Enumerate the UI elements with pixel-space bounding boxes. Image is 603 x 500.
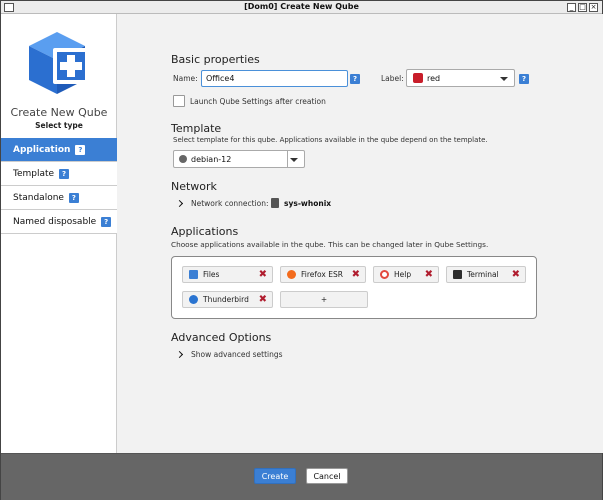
advanced-heading: Advanced Options (171, 331, 272, 344)
advanced-toggle[interactable]: Show advanced settings (191, 350, 283, 359)
help-icon (380, 270, 389, 279)
app-chip-files: Files ✖ (182, 266, 273, 283)
app-chip-terminal: Terminal ✖ (446, 266, 526, 283)
label-value: red (427, 73, 441, 83)
main-panel: Basic properties Name: Office4 ? Label: … (118, 14, 603, 453)
remove-icon[interactable]: ✖ (425, 269, 433, 280)
applications-description: Choose applications available in the qub… (171, 240, 489, 249)
title-bar: [Dom0] Create New Qube _ □ × (1, 1, 602, 14)
sidebar-item-label: Template (13, 168, 55, 179)
applications-list: Files ✖ Firefox ESR ✖ Help ✖ Terminal ✖ … (171, 256, 537, 319)
create-button[interactable]: Create (254, 468, 296, 484)
add-label: + (320, 295, 328, 304)
label-select[interactable]: red (406, 69, 515, 87)
label-color-icon (413, 73, 423, 83)
launch-settings-checkbox[interactable] (173, 95, 185, 107)
network-heading: Network (171, 180, 217, 193)
remove-icon[interactable]: ✖ (259, 294, 267, 305)
sidebar-subtitle: Select type (35, 121, 83, 130)
qube-type-nav: Application ? Template ? Standalone ? Na… (1, 138, 117, 234)
chevron-down-icon (500, 77, 508, 81)
sidebar-item-label: Named disposable (13, 216, 97, 227)
qube-logo-icon (29, 32, 89, 94)
name-label: Name: (173, 74, 198, 83)
chevron-right-icon[interactable] (175, 350, 184, 359)
app-label: Terminal (467, 270, 499, 279)
app-label: Files (203, 270, 220, 279)
name-value: Office4 (206, 74, 235, 83)
chevron-right-icon[interactable] (175, 199, 184, 208)
sidebar-item-standalone[interactable]: Standalone ? (1, 186, 117, 210)
app-chip-firefox-esr: Firefox ESR ✖ (280, 266, 366, 283)
chevron-down-icon (290, 158, 298, 162)
network-qube-icon (271, 198, 279, 208)
name-help-icon[interactable]: ? (350, 74, 360, 84)
basic-properties-heading: Basic properties (171, 53, 260, 66)
footer-bar: Create Cancel (1, 453, 602, 500)
create-qube-window: [Dom0] Create New Qube _ □ × Create New … (0, 0, 603, 500)
app-chip-thunderbird: Thunderbird ✖ (182, 291, 273, 308)
help-icon[interactable]: ? (68, 192, 79, 203)
firefox-icon (287, 270, 296, 279)
terminal-icon (453, 270, 462, 279)
help-icon[interactable]: ? (101, 216, 112, 227)
combo-divider (287, 151, 288, 167)
maximize-icon[interactable]: □ (578, 3, 587, 12)
sidebar-item-template[interactable]: Template ? (1, 162, 117, 186)
sidebar-item-label: Application (13, 144, 71, 155)
remove-icon[interactable]: ✖ (352, 269, 360, 280)
help-icon[interactable]: ? (75, 144, 86, 155)
network-label: Network connection: (191, 199, 269, 208)
template-description: Select template for this qube. Applicati… (173, 136, 488, 144)
sidebar: Create New Qube Select type Application … (1, 14, 117, 453)
name-field[interactable]: Office4 (201, 70, 348, 87)
sidebar-title: Create New Qube (10, 106, 108, 119)
add-application-button[interactable]: + (280, 291, 368, 308)
template-value: debian-12 (191, 154, 232, 164)
launch-settings-label: Launch Qube Settings after creation (190, 97, 326, 106)
app-chip-help: Help ✖ (373, 266, 439, 283)
app-label: Help (394, 270, 412, 279)
network-value[interactable]: sys-whonix (284, 199, 331, 208)
sidebar-item-label: Standalone (13, 192, 64, 203)
minimize-icon[interactable]: _ (567, 3, 576, 12)
label-label: Label: (381, 74, 404, 83)
label-help-icon[interactable]: ? (519, 74, 529, 84)
cancel-button[interactable]: Cancel (306, 468, 348, 484)
template-select[interactable]: debian-12 (173, 150, 305, 168)
applications-heading: Applications (171, 225, 239, 238)
template-icon (179, 155, 187, 163)
app-label: Thunderbird (203, 295, 249, 304)
sidebar-item-application[interactable]: Application ? (1, 138, 117, 162)
help-icon[interactable]: ? (59, 168, 70, 179)
close-icon[interactable]: × (589, 3, 598, 12)
window-title: [Dom0] Create New Qube (244, 2, 359, 11)
template-heading: Template (171, 122, 222, 135)
sidebar-item-named-disposable[interactable]: Named disposable ? (1, 210, 117, 234)
app-label: Firefox ESR (301, 270, 343, 279)
files-icon (189, 270, 198, 279)
remove-icon[interactable]: ✖ (512, 269, 520, 280)
thunderbird-icon (189, 295, 198, 304)
remove-icon[interactable]: ✖ (259, 269, 267, 280)
